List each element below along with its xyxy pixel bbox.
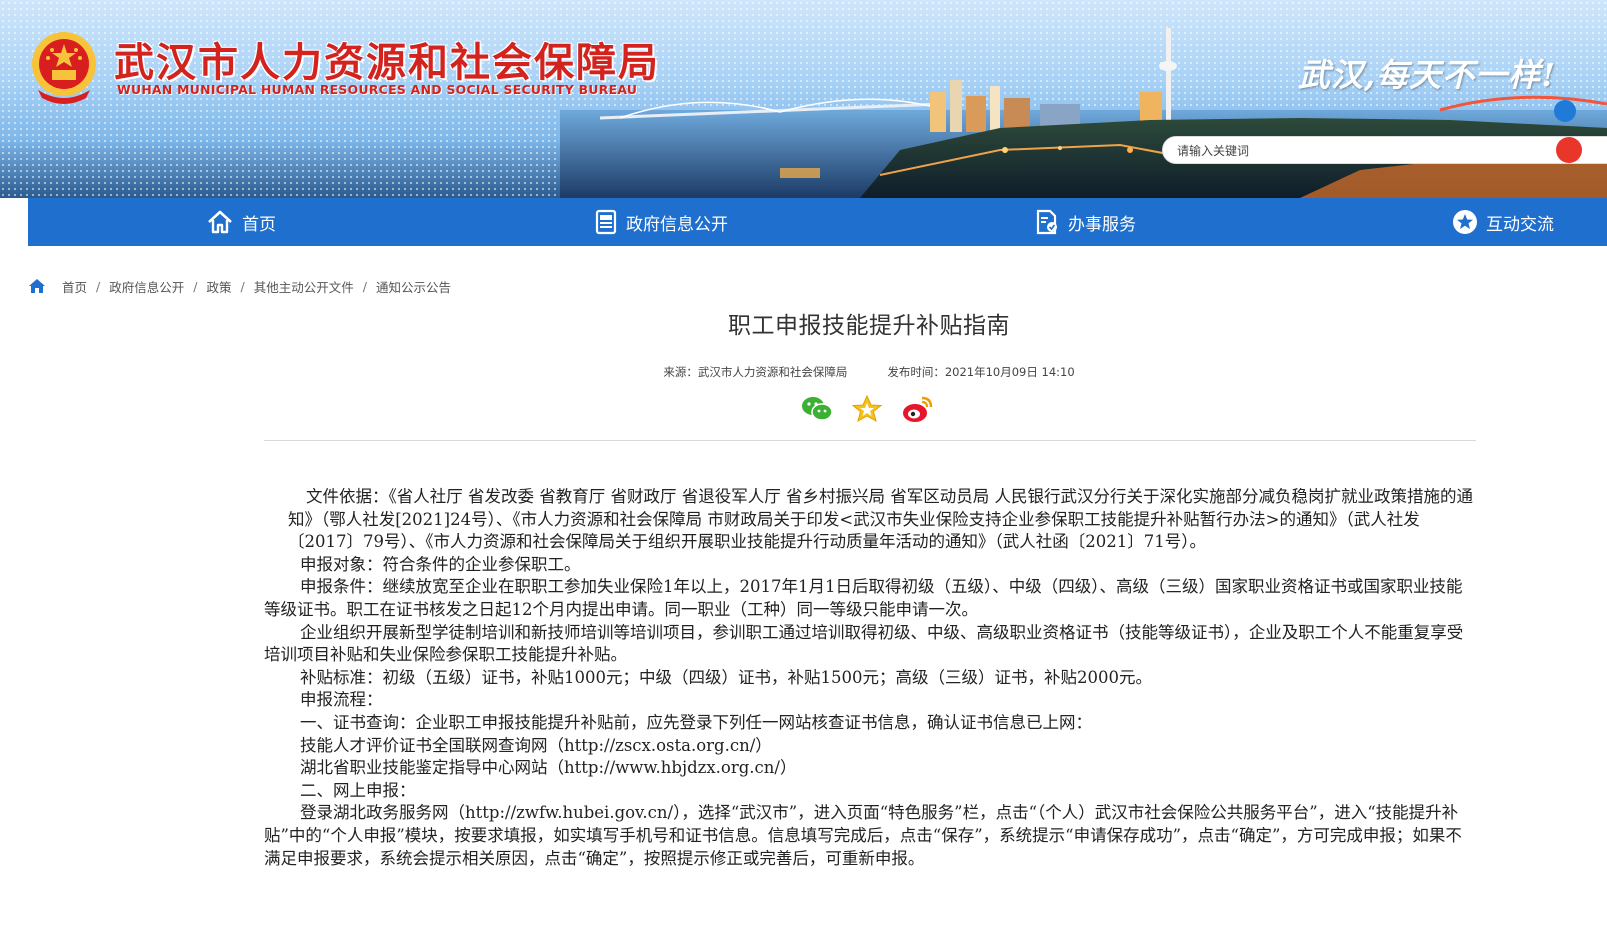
breadcrumb-separator: / — [193, 278, 198, 294]
source-value: 武汉市人力资源和社会保障局 — [697, 365, 848, 379]
divider-line — [264, 440, 1476, 441]
article-title: 职工申报技能提升补贴指南 — [728, 313, 1010, 339]
weibo-icon[interactable] — [900, 392, 934, 426]
paragraph-conditions: 申报条件：继续放宽至企业在职职工参加失业保险1年以上，2017年1月1日后取得初… — [264, 577, 1463, 619]
breadcrumb-separator: / — [240, 278, 245, 294]
search-box — [1162, 136, 1607, 164]
site-title: 武汉市人力资源和社会保障局 — [114, 40, 660, 86]
breadcrumb-other-files[interactable]: 其他主动公开文件 — [254, 277, 354, 296]
favorite-star-icon[interactable] — [850, 392, 884, 426]
paragraph-training: 企业组织开展新型学徒制培训和新技师培训等培训项目，参训职工通过培训取得初级、中级… — [264, 622, 1464, 665]
paragraph-step-one: 一、证书查询：企业职工申报技能提升补贴前，应先登录下列任一网站核查证书信息，确认… — [300, 712, 1092, 732]
breadcrumb-gov-info[interactable]: 政府信息公开 — [109, 277, 184, 296]
home-icon — [208, 210, 232, 234]
site-subtitle: WUHAN MUNICIPAL HUMAN RESOURCES AND SOCI… — [117, 82, 638, 97]
main-nav: 首页 政府信息公开 办事服务 互动交流 — [28, 198, 1607, 246]
breadcrumb: 首页 / 政府信息公开 / 政策 / 其他主动公开文件 / 通知公示公告 — [28, 276, 451, 296]
star-circle-icon — [1453, 210, 1477, 234]
paragraph-link-hbjdzx[interactable]: 湖北省职业技能鉴定指导中心网站（http://www.hbjdzx.org.cn… — [264, 757, 1476, 780]
breadcrumb-home-icon[interactable] — [28, 278, 46, 294]
article-body: 文件依据：《省人社厅 省发改委 省教育厅 省财政厅 省退役军人厅 省乡村振兴局 … — [264, 486, 1476, 870]
paragraph-standard: 补贴标准：初级（五级）证书，补贴1000元；中级（四级）证书，补贴1500元；高… — [300, 667, 1152, 687]
nav-item-label: 政府信息公开 — [626, 214, 728, 235]
search-button[interactable] — [1556, 137, 1582, 163]
nav-item-services[interactable]: 办事服务 — [1034, 198, 1136, 246]
floating-badge-icon[interactable] — [1554, 100, 1576, 122]
national-emblem-icon — [32, 32, 96, 104]
wechat-icon[interactable] — [800, 392, 834, 426]
paragraph-process: 申报流程： — [300, 690, 383, 710]
breadcrumb-separator: / — [362, 278, 367, 294]
paragraph-step-two: 二、网上申报： — [300, 780, 416, 800]
breadcrumb-notices[interactable]: 通知公示公告 — [376, 277, 451, 296]
breadcrumb-home[interactable]: 首页 — [62, 277, 87, 296]
article-meta: 来源：武汉市人力资源和社会保障局 发布时间：2021年10月09日 14:10 — [264, 364, 1474, 380]
date-label: 发布时间： — [887, 365, 945, 379]
paragraph-target: 申报对象：符合条件的企业参保职工。 — [300, 554, 581, 574]
paragraph-basis: 文件依据：《省人社厅 省发改委 省教育厅 省财政厅 省退役军人厅 省乡村振兴局 … — [288, 487, 1473, 552]
service-form-icon — [1036, 209, 1057, 235]
nav-item-label: 互动交流 — [1486, 214, 1554, 235]
nav-item-home[interactable]: 首页 — [206, 198, 276, 246]
document-icon — [595, 209, 617, 235]
header-banner: 武汉市人力资源和社会保障局 WUHAN MUNICIPAL HUMAN RESO… — [0, 0, 1607, 198]
nav-item-label: 首页 — [242, 214, 276, 235]
breadcrumb-separator: / — [96, 278, 101, 294]
breadcrumb-policy[interactable]: 政策 — [206, 277, 231, 296]
share-bar — [800, 392, 934, 426]
nav-item-interaction[interactable]: 互动交流 — [1452, 198, 1554, 246]
nav-item-gov-info[interactable]: 政府信息公开 — [594, 198, 728, 246]
date-value: 2021年10月09日 14:10 — [944, 365, 1075, 379]
paragraph-link-osta[interactable]: 技能人才评价证书全国联网查询网（http://zscx.osta.org.cn/… — [264, 735, 1476, 758]
source-label: 来源： — [663, 365, 698, 379]
nav-item-label: 办事服务 — [1068, 214, 1136, 235]
city-slogan: 武汉,每天不一样! — [1298, 56, 1557, 94]
search-input[interactable] — [1175, 140, 1549, 162]
paragraph-online-apply: 登录湖北政务服务网（http://zwfw.hubei.gov.cn/），选择“… — [264, 803, 1462, 868]
